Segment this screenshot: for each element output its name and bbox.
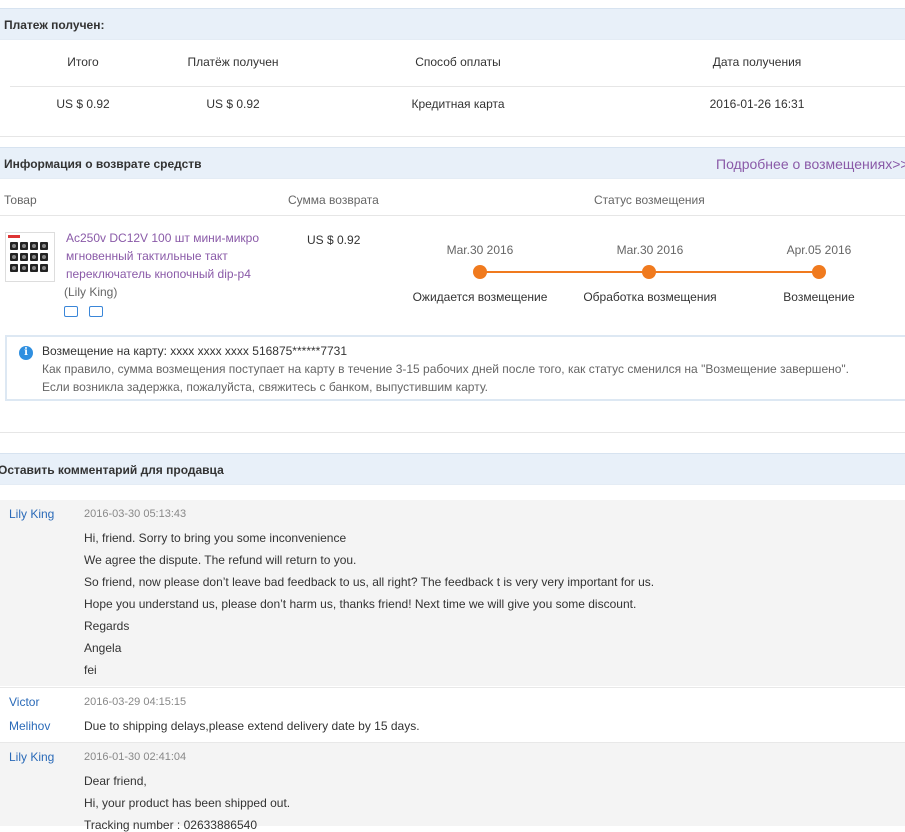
comment-author[interactable]: Lily King: [9, 750, 54, 764]
comment-date: 2016-01-30 02:41:04: [84, 751, 187, 763]
refund-amount-value: US $ 0.92: [307, 233, 361, 247]
timeline-date-1: Mar.30 2016: [446, 243, 514, 257]
info-line1: Возмещение на карту: xxxx xxxx xxxx 5168…: [42, 344, 347, 358]
comment-item: Victor Melihov 2016-03-29 04:15:15 Due t…: [0, 687, 905, 742]
refund-table-divider: [0, 215, 905, 216]
comment-line: Hi, friend. Sorry to bring you some inco…: [84, 531, 347, 545]
comment-line: Regards: [84, 619, 130, 633]
refund-more-link[interactable]: Подробнее о возмещениях>>: [716, 156, 905, 172]
col-refund-amount: Сумма возврата: [288, 193, 379, 207]
info-card-label: Возмещение на карту:: [42, 344, 167, 358]
comments-section-header: Оставить комментарий для продавца: [0, 453, 905, 485]
comment-date: 2016-03-30 05:13:43: [84, 508, 187, 520]
value-total: US $ 0.92: [56, 97, 110, 111]
comment-author[interactable]: Lily King: [9, 507, 54, 521]
value-received-date: 2016-01-26 16:31: [709, 97, 805, 111]
comments-section-title: Оставить комментарий для продавца: [0, 463, 224, 477]
col-product: Товар: [4, 193, 37, 207]
refund-bottom-divider: [0, 432, 905, 433]
info-line2: Как правило, сумма возмещения поступает …: [42, 362, 850, 376]
col-refund-status: Статус возмещения: [594, 193, 705, 207]
value-payment-received: US $ 0.92: [206, 97, 260, 111]
order-detail-icon[interactable]: [89, 306, 103, 317]
product-title-line3[interactable]: переключатель кнопочный dip-p4: [66, 267, 251, 281]
header-total: Итого: [67, 55, 99, 69]
product-seller: (Lily King): [64, 285, 118, 299]
header-received-date: Дата получения: [712, 55, 802, 69]
comment-date: 2016-03-29 04:15:15: [84, 696, 187, 708]
product-thumbnail[interactable]: [5, 232, 55, 282]
comment-author-first[interactable]: Victor: [9, 695, 39, 709]
comment-line: Hope you understand us, please don’t har…: [84, 597, 637, 611]
timeline-date-2: Mar.30 2016: [616, 243, 684, 257]
value-payment-method: Кредитная карта: [411, 97, 505, 111]
comment-line: Dear friend,: [84, 774, 147, 788]
header-payment-method: Способ оплаты: [415, 55, 501, 69]
comment-line: Due to shipping delays,please extend del…: [84, 719, 420, 733]
shipping-truck-icon[interactable]: [64, 306, 78, 317]
payment-bottom-divider: [0, 136, 905, 137]
timeline-dot-3: [812, 265, 826, 279]
comment-item: Lily King 2016-01-30 02:41:04 Dear frien…: [0, 742, 905, 832]
refund-info-box: i Возмещение на карту: xxxx xxxx xxxx 51…: [5, 335, 905, 401]
payment-section-header: Платеж получен:: [0, 8, 905, 40]
product-title-line2[interactable]: мгновенный тактильные такт: [66, 249, 228, 263]
refund-section-header: Информация о возврате средств Подробнее …: [0, 147, 905, 179]
header-payment-received: Платёж получен: [187, 55, 279, 69]
product-image: [6, 233, 54, 281]
comment-item: Lily King 2016-03-30 05:13:43 Hi, friend…: [0, 500, 905, 686]
comment-line: We agree the dispute. The refund will re…: [84, 553, 357, 567]
comment-line: So friend, now please don’t leave bad fe…: [84, 575, 655, 589]
timeline-label-1: Ожидается возмещение: [412, 290, 548, 304]
comment-line: Tracking number : 02633886540: [84, 818, 258, 832]
info-icon: i: [19, 346, 33, 360]
payment-section-title: Платеж получен:: [4, 18, 105, 32]
timeline-dot-1: [473, 265, 487, 279]
info-card-number: xxxx xxxx xxxx 516875******7731: [170, 344, 348, 358]
comment-author-last[interactable]: Melihov: [9, 719, 50, 733]
timeline-label-3: Возмещение: [783, 290, 855, 304]
comment-line: fei: [84, 663, 97, 677]
refund-section-title: Информация о возврате средств: [4, 157, 202, 171]
info-line3: Если возникла задержка, пожалуйста, свяж…: [42, 380, 488, 394]
timeline-dot-2: [642, 265, 656, 279]
product-title-line1[interactable]: Ac250v DC12V 100 шт мини-микро: [66, 231, 259, 245]
timeline-label-2: Обработка возмещения: [583, 290, 717, 304]
timeline-date-3: Apr.05 2016: [786, 243, 852, 257]
payment-divider: [10, 86, 905, 87]
comment-line: Hi, your product has been shipped out.: [84, 796, 291, 810]
comment-line: Angela: [84, 641, 122, 655]
